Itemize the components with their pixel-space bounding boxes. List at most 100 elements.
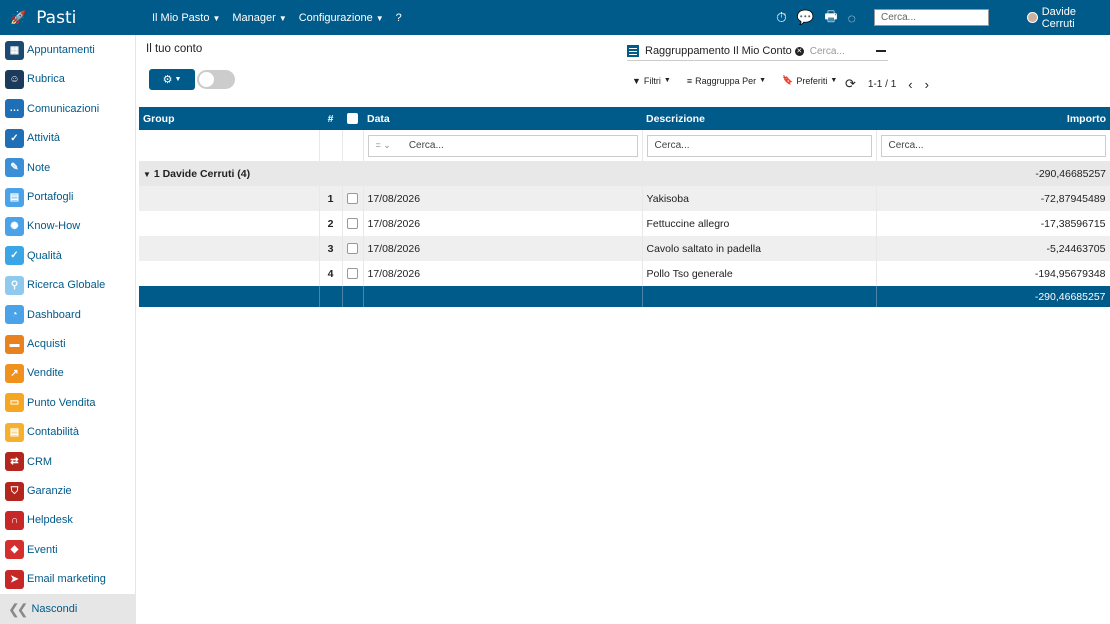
col-header-data[interactable]: Data [363, 107, 642, 130]
sidebar: ➤ Email marketing ◆ Eventi ∩ Helpdesk ⛉ Garanzi… [0, 35, 136, 624]
menu-manager[interactable]: Manager ▼ [232, 12, 286, 24]
search-input[interactable]: Cerca... [810, 46, 845, 57]
send-icon: ➤ [5, 569, 24, 589]
row-select-cell[interactable] [342, 211, 364, 236]
row-description[interactable]: Fettuccine allegro [642, 211, 877, 236]
wallet-icon: ▤ [5, 187, 24, 207]
group-row[interactable]: ▼ 1 Davide Cerruti (4) -290,46685257 [139, 161, 1110, 186]
row-checkbox[interactable] [346, 218, 358, 230]
row-date[interactable]: 17/08/2026 [363, 211, 643, 236]
table-row[interactable]: 3 17/08/2026 Cavolo saltato in padella -5,2… [139, 236, 1110, 261]
table-row[interactable]: 4 17/08/2026 Pollo Tso generale -194,956793… [139, 261, 1110, 286]
sidebar-item-appuntamenti[interactable]: ▦ Appuntamenti [5, 39, 95, 61]
rocket-icon: 🚀 [10, 9, 27, 25]
group-label[interactable]: ▼ 1 Davide Cerruti (4) [139, 161, 319, 186]
pager-value[interactable]: 1-1 / 1 [868, 79, 896, 90]
facet-close-icon[interactable]: ✕ [794, 46, 804, 56]
cart-icon: ▬ [5, 334, 24, 354]
sidebar-item-eventi[interactable]: ◆ Eventi [5, 539, 58, 561]
groupby-dropdown[interactable]: ≡ Raggruppa Per ▼ [687, 75, 766, 86]
chat-bubbles-icon[interactable]: 💬 [797, 9, 814, 26]
sidebar-item-acquisti[interactable]: ▬ Acquisti [5, 333, 66, 355]
row-number: 2 [319, 211, 343, 236]
sidebar-item-comunicazioni[interactable]: … Comunicazioni [5, 98, 99, 120]
row-select-cell[interactable] [342, 186, 364, 211]
sidebar-item-note[interactable]: ✎ Note [5, 157, 50, 179]
row-amount[interactable]: -5,24463705 [876, 236, 1110, 261]
sidebar-item-know-how[interactable]: ✺ Know-How [5, 215, 80, 237]
select-all-checkbox[interactable] [347, 113, 358, 125]
row-date[interactable]: 17/08/2026 [363, 186, 643, 211]
filter-icon: ▼ [632, 75, 641, 86]
caret-down-icon: ▼ [174, 76, 182, 83]
row-date[interactable]: 17/08/2026 [363, 236, 643, 261]
menu-help[interactable]: ? [396, 12, 402, 24]
sidebar-item-label: Acquisti [27, 338, 66, 350]
date-filter-input[interactable]: = ⌄ Cerca... [367, 134, 638, 157]
row-date[interactable]: 17/08/2026 [363, 261, 643, 286]
select-all-cell[interactable] [342, 107, 363, 130]
sidebar-item-helpdesk[interactable]: ∩ Helpdesk [5, 509, 73, 531]
brand[interactable]: 🚀 Pasti [10, 0, 76, 35]
sidebar-item-ricerca-globale[interactable]: ⚲ Ricerca Globale [5, 274, 105, 296]
table-row[interactable]: 2 17/08/2026 Fettuccine allegro -17,3859671… [139, 211, 1110, 236]
refresh-icon[interactable]: ⟳ [845, 76, 856, 92]
user-name: Davide Cerruti [1041, 5, 1076, 30]
calendar-icon: ▦ [5, 40, 24, 60]
sidebar-item-label: Rubrica [27, 73, 65, 86]
menu-configurazione[interactable]: Configurazione ▼ [299, 12, 384, 24]
row-amount[interactable]: -72,87945489 [876, 186, 1110, 211]
sidebar-item-garanzie[interactable]: ⛉ Garanzie [5, 480, 72, 502]
list-icon: ≡ [686, 75, 693, 86]
table-row[interactable]: 1 17/08/2026 Yakisoba -72,87945489 [139, 186, 1110, 211]
row-description[interactable]: Cavolo saltato in padella [642, 236, 877, 261]
row-select-cell[interactable] [342, 236, 364, 261]
filter-operator-select[interactable]: = ⌄ [376, 140, 391, 151]
amount-filter-input[interactable]: Cerca... [880, 134, 1106, 157]
description-filter-input[interactable]: Cerca... [646, 134, 872, 157]
sidebar-item-contabilit-[interactable]: ▤ Contabilità [5, 421, 79, 443]
row-checkbox[interactable] [346, 193, 358, 205]
global-search-input[interactable]: Cerca... [874, 9, 989, 26]
sidebar-item-dashboard[interactable]: ◔ Dashboard [5, 304, 81, 326]
sidebar-item-qualit-[interactable]: ✓ Qualità [5, 245, 62, 267]
row-checkbox[interactable] [346, 268, 358, 280]
timer-icon[interactable]: ⏱ [776, 9, 787, 26]
row-checkbox[interactable] [346, 243, 358, 255]
app-name: Pasti [36, 7, 77, 28]
row-amount[interactable]: -17,38596715 [876, 211, 1110, 236]
user-menu[interactable]: Davide Cerruti [1027, 0, 1110, 35]
row-description[interactable]: Yakisoba [642, 186, 877, 211]
sidebar-item-label: Appuntamenti [27, 44, 95, 56]
view-toggle[interactable] [197, 70, 235, 89]
favorites-dropdown[interactable]: 🔖 Preferiti ▼ [782, 75, 837, 86]
actions-gear-button[interactable]: ⚙ ▼ [149, 69, 195, 90]
sidebar-item-attivit-[interactable]: ✓ Attività [5, 127, 60, 149]
col-header-importo[interactable]: Importo [876, 107, 1110, 130]
sidebar-item-portafogli[interactable]: ▤ Portafogli [5, 186, 73, 208]
col-header-group[interactable]: Group [139, 107, 319, 130]
sidebar-item-email-marketing[interactable]: ➤ Email marketing [5, 568, 106, 590]
sidebar-hide-button[interactable]: ❮❮ Nascondi [0, 594, 136, 624]
row-description[interactable]: Pollo Tso generale [642, 261, 877, 286]
filters-dropdown[interactable]: ▼ Filtri ▼ [632, 75, 671, 86]
chevron-right-icon[interactable]: › [925, 77, 929, 92]
row-group-cell [139, 186, 320, 211]
row-select-cell[interactable] [342, 261, 364, 286]
sidebar-item-rubrica[interactable]: ☺ Rubrica [5, 68, 65, 90]
print-icon[interactable]: 🖶 [824, 6, 837, 30]
row-amount[interactable]: -194,95679348 [876, 261, 1110, 286]
caret-down-icon: ▼ [830, 77, 838, 84]
dashboard-icon: ◔ [5, 305, 24, 325]
menu-il-mio-pasto[interactable]: Il Mio Pasto ▼ [152, 12, 220, 24]
ticket-icon: ◆ [5, 540, 24, 560]
sidebar-item-punto-vendita[interactable]: ▭ Punto Vendita [5, 392, 96, 414]
collapse-icon[interactable] [876, 50, 886, 52]
chat-icon: … [5, 99, 24, 119]
sidebar-item-vendite[interactable]: ↗ Vendite [5, 362, 64, 384]
col-header-descrizione[interactable]: Descrizione [642, 107, 876, 130]
sidebar-item-crm[interactable]: ⇄ CRM [5, 451, 52, 473]
chevron-left-icon[interactable]: ‹ [908, 77, 912, 92]
double-chevron-left-icon: ❮❮ [8, 600, 29, 617]
row-group-cell [139, 261, 320, 286]
